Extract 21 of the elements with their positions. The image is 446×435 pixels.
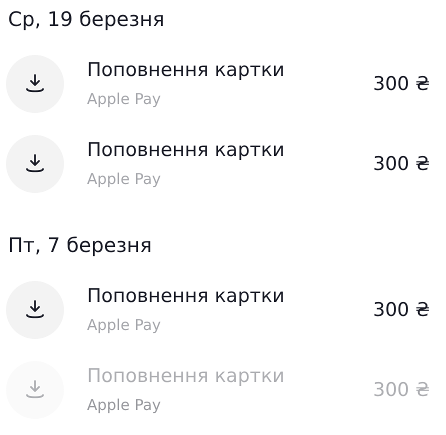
download-icon	[25, 299, 45, 321]
transaction-subtitle: Apple Pay	[87, 395, 162, 416]
download-icon	[25, 153, 45, 175]
transaction-amount: 300 ₴	[372, 378, 430, 403]
transaction-title: Поповнення картки	[87, 284, 286, 308]
date-heading: Пт, 7 березня	[8, 232, 153, 259]
transaction-row[interactable]: Поповнення картки Apple Pay 300 ₴	[6, 124, 430, 204]
transaction-row[interactable]: Поповнення картки Apple Pay 300 ₴	[6, 270, 430, 350]
transaction-title: Поповнення картки	[87, 364, 286, 388]
transaction-amount: 300 ₴	[372, 72, 430, 97]
transaction-amount: 300 ₴	[372, 152, 430, 177]
transaction-title: Поповнення картки	[87, 138, 286, 162]
download-icon	[25, 379, 45, 401]
date-heading: Ср, 19 березня	[8, 6, 166, 33]
transaction-title: Поповнення картки	[87, 58, 286, 82]
transaction-subtitle: Apple Pay	[87, 89, 162, 110]
transaction-amount: 300 ₴	[372, 298, 430, 323]
download-icon	[25, 73, 45, 95]
transaction-subtitle: Apple Pay	[87, 169, 162, 190]
transaction-subtitle: Apple Pay	[87, 315, 162, 336]
transaction-row[interactable]: Поповнення картки Apple Pay 300 ₴	[6, 44, 430, 124]
